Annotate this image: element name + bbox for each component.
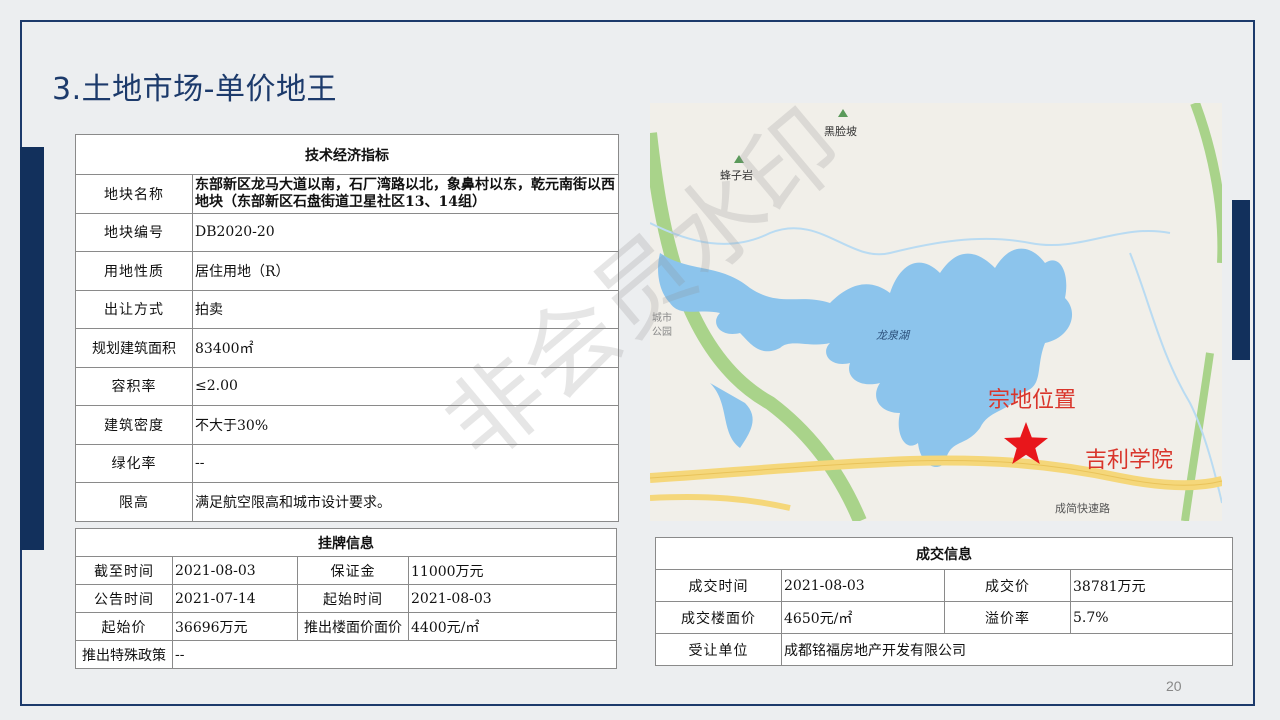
row-value: 2021-08-03 <box>408 584 617 613</box>
row-label: 截至时间 <box>75 556 173 585</box>
row-value: 拍卖 <box>192 289 619 329</box>
green-belt <box>1181 352 1214 521</box>
map-label-chengshi: 城市 <box>652 311 672 324</box>
right-accent-bar <box>1232 200 1250 360</box>
row-value: 5.7% <box>1070 601 1233 634</box>
deal-table-header: 成交信息 <box>655 537 1233 570</box>
row-value: 满足航空限高和城市设计要求。 <box>192 482 619 522</box>
row-label: 成交价 <box>944 569 1071 602</box>
table-row: 规划建筑面积 83400㎡ <box>75 328 619 368</box>
row-label: 规划建筑面积 <box>75 328 193 368</box>
map-label-fengziyan: 蜂子岩 <box>720 168 753 182</box>
deal-info-table: 成交信息 成交时间 2021-08-03 成交价 38781万元 成交楼面价 4… <box>655 537 1233 666</box>
row-value: 2021-07-14 <box>172 584 298 613</box>
row-label: 容积率 <box>75 366 193 406</box>
row-label: 受让单位 <box>655 633 782 666</box>
table-row: 成交楼面价 4650元/㎡ 溢价率 5.7% <box>655 601 1233 634</box>
row-value: 2021-08-03 <box>781 569 945 602</box>
row-label: 建筑密度 <box>75 405 193 445</box>
row-value: 83400㎡ <box>192 328 619 368</box>
table-row: 容积率 ≤2.00 <box>75 366 619 406</box>
row-value: 36696万元 <box>172 612 298 641</box>
table-row: 推出特殊政策 -- <box>75 640 617 669</box>
table-row: 地块名称 东部新区龙马大道以南，石厂湾路以北，象鼻村以东，乾元南街以西地块（东部… <box>75 174 619 214</box>
row-value: DB2020-20 <box>192 212 619 252</box>
row-value: 成都铭福房地产开发有限公司 <box>781 633 1233 666</box>
location-map: 黑脸坡 蜂子岩 龙泉湖 城市 公园 宗地位置 吉利学院 成简快速路 <box>650 103 1222 521</box>
tech-indicators-table: 技术经济指标 地块名称 东部新区龙马大道以南，石厂湾路以北，象鼻村以东，乾元南街… <box>75 134 619 522</box>
green-belt <box>1190 103 1222 263</box>
site-location-label: 宗地位置 <box>988 388 1076 413</box>
row-label: 地块名称 <box>75 174 193 214</box>
page-title: 3.土地市场-单价地王 <box>52 72 337 107</box>
row-value: 4650元/㎡ <box>781 601 945 634</box>
row-label: 公告时间 <box>75 584 173 613</box>
listing-table-header: 挂牌信息 <box>75 528 617 557</box>
road <box>650 494 791 511</box>
table-row: 地块编号 DB2020-20 <box>75 212 619 252</box>
row-label: 限高 <box>75 482 193 522</box>
table-row: 起始价 36696万元 推出楼面价面价 4400元/㎡ <box>75 612 617 641</box>
parcel-name-value: 东部新区龙马大道以南，石厂湾路以北，象鼻村以东，乾元南街以西地块（东部新区石盘街… <box>192 174 619 214</box>
table-row: 用地性质 居住用地（R） <box>75 251 619 291</box>
row-value: -- <box>172 640 617 669</box>
river <box>650 222 1171 256</box>
row-label: 起始价 <box>75 612 173 641</box>
table-row: 受让单位 成都铭福房地产开发有限公司 <box>655 633 1233 666</box>
mountain-icon <box>838 109 848 117</box>
table-row: 截至时间 2021-08-03 保证金 11000万元 <box>75 556 617 585</box>
left-accent-bar <box>20 147 44 550</box>
row-label: 起始时间 <box>297 584 409 613</box>
row-label: 推出楼面价面价 <box>297 612 409 641</box>
row-label: 地块编号 <box>75 212 193 252</box>
map-label-longquanhu: 龙泉湖 <box>876 329 911 342</box>
table-row: 建筑密度 不大于30% <box>75 405 619 445</box>
row-label: 保证金 <box>297 556 409 585</box>
row-label: 溢价率 <box>944 601 1071 634</box>
table-row: 公告时间 2021-07-14 起始时间 2021-08-03 <box>75 584 617 613</box>
row-value: 居住用地（R） <box>192 251 619 291</box>
map-label-heilianpo: 黑脸坡 <box>824 124 857 138</box>
row-label: 绿化率 <box>75 443 193 483</box>
table-row: 限高 满足航空限高和城市设计要求。 <box>75 482 619 522</box>
row-label: 成交楼面价 <box>655 601 782 634</box>
row-value: 38781万元 <box>1070 569 1233 602</box>
page-number: 20 <box>1166 678 1182 694</box>
table-row: 绿化率 -- <box>75 443 619 483</box>
row-value: 4400元/㎡ <box>408 612 617 641</box>
row-label: 出让方式 <box>75 289 193 329</box>
listing-info-table: 挂牌信息 截至时间 2021-08-03 保证金 11000万元 公告时间 20… <box>75 528 617 669</box>
row-label: 用地性质 <box>75 251 193 291</box>
row-value: ≤2.00 <box>192 366 619 406</box>
row-value: -- <box>192 443 619 483</box>
row-label: 成交时间 <box>655 569 782 602</box>
map-label-gongyuan: 公园 <box>652 326 672 338</box>
map-graphic: 黑脸坡 蜂子岩 龙泉湖 城市 公园 宗地位置 吉利学院 成简快速路 <box>650 103 1222 521</box>
table-row: 成交时间 2021-08-03 成交价 38781万元 <box>655 569 1233 602</box>
row-value: 11000万元 <box>408 556 617 585</box>
row-value: 不大于30% <box>192 405 619 445</box>
row-label: 推出特殊政策 <box>75 640 173 669</box>
expressway-label: 成简快速路 <box>1055 501 1110 515</box>
table-row: 出让方式 拍卖 <box>75 289 619 329</box>
tech-table-header: 技术经济指标 <box>75 134 619 175</box>
row-value: 2021-08-03 <box>172 556 298 585</box>
mountain-icon <box>734 155 744 163</box>
college-label: 吉利学院 <box>1085 448 1173 473</box>
